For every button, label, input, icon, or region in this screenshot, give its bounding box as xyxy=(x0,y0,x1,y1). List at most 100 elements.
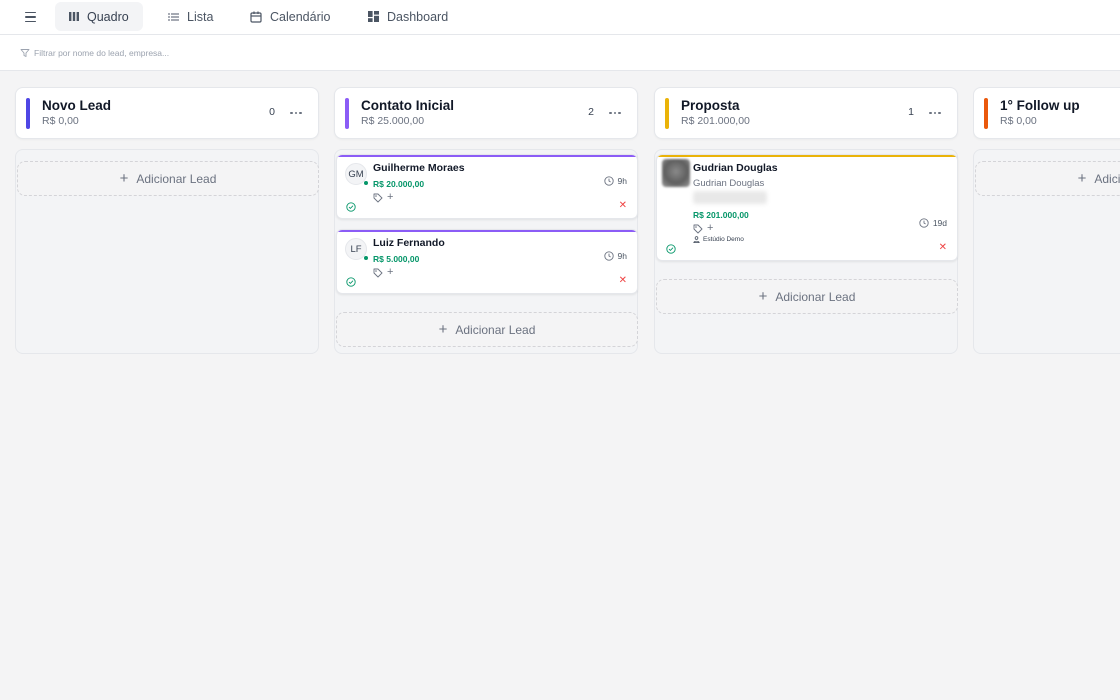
time-indicator: 19d xyxy=(919,218,947,228)
calendar-icon xyxy=(250,11,262,23)
status-dot-icon xyxy=(364,181,368,185)
lead-name: Luiz Fernando xyxy=(373,237,445,249)
add-tag-icon[interactable]: + xyxy=(707,223,713,234)
column-header: Novo Lead R$ 0,00 0 xyxy=(15,87,319,139)
card-color-strip xyxy=(337,230,637,232)
lead-card[interactable]: Gudrian Douglas Gudrian Douglas R$ 201.0… xyxy=(656,154,958,261)
more-options-icon[interactable] xyxy=(606,104,624,122)
add-lead-button[interactable]: + Adicionar Lead xyxy=(17,161,319,196)
filter-input[interactable] xyxy=(34,48,414,58)
column-body: Gudrian Douglas Gudrian Douglas R$ 201.0… xyxy=(654,149,958,354)
tab-label: Calendário xyxy=(270,9,331,24)
check-circle-icon[interactable] xyxy=(346,277,356,287)
column-title: Proposta xyxy=(681,98,740,113)
column-color-bar xyxy=(665,98,669,129)
column-body: GM Guilherme Moraes R$ 20.000,00 + 9h ✕ … xyxy=(334,149,638,354)
status-dot-icon xyxy=(364,256,368,260)
plus-icon: + xyxy=(438,321,448,338)
user-icon xyxy=(693,236,700,243)
lead-value: R$ 201.000,00 xyxy=(693,210,749,220)
kanban-icon xyxy=(69,12,79,21)
column-color-bar xyxy=(984,98,988,129)
add-lead-button[interactable]: + Adicionar Lead xyxy=(656,279,958,314)
lead-card[interactable]: GM Guilherme Moraes R$ 20.000,00 + 9h ✕ xyxy=(336,154,638,219)
lead-value: R$ 20.000,00 xyxy=(373,179,425,189)
close-icon[interactable]: ✕ xyxy=(939,243,947,253)
column-total: R$ 25.000,00 xyxy=(361,115,425,127)
lead-name: Gudrian Douglas xyxy=(693,162,778,174)
lead-name: Guilherme Moraes xyxy=(373,162,465,174)
filter-bar xyxy=(0,35,1120,71)
time-indicator: 9h xyxy=(603,176,627,186)
tag-icon xyxy=(693,224,703,233)
column-header: Proposta R$ 201.000,00 1 xyxy=(654,87,958,139)
clock-icon xyxy=(603,176,614,186)
tab-label: Quadro xyxy=(87,9,129,24)
add-lead-button[interactable]: + Adicionar Lead xyxy=(336,312,638,347)
card-color-strip xyxy=(337,155,637,157)
column-title: Contato Inicial xyxy=(361,98,455,113)
column-body: + Adicionar Lead xyxy=(973,149,1120,354)
plus-icon: + xyxy=(758,288,768,305)
column-title: Novo Lead xyxy=(42,98,112,113)
check-circle-icon[interactable] xyxy=(346,202,356,212)
clock-icon xyxy=(919,218,929,228)
filter-field[interactable] xyxy=(20,44,440,62)
dashboard-icon xyxy=(368,11,379,22)
lead-value: R$ 5.000,00 xyxy=(373,254,420,264)
top-navigation-bar: Quadro Lista Calendário Dashboard xyxy=(0,0,1120,35)
add-lead-label: Adicionar Lead xyxy=(1094,171,1120,186)
column-header: 1° Follow up R$ 0,00 xyxy=(973,87,1120,139)
column-color-bar xyxy=(26,98,30,129)
column-count: 2 xyxy=(588,106,594,118)
avatar xyxy=(662,159,690,187)
column-total: R$ 0,00 xyxy=(42,115,79,127)
tab-quadro[interactable]: Quadro xyxy=(55,2,143,31)
close-icon[interactable]: ✕ xyxy=(619,276,627,286)
add-lead-label: Adicionar Lead xyxy=(455,322,536,337)
column-title: 1° Follow up xyxy=(1000,98,1080,113)
tab-calendario[interactable]: Calendário xyxy=(236,2,344,31)
add-lead-label: Adicionar Lead xyxy=(775,289,856,304)
column-count: 0 xyxy=(269,106,275,118)
tab-dashboard[interactable]: Dashboard xyxy=(354,2,462,31)
hamburger-menu-icon[interactable] xyxy=(18,6,42,28)
add-lead-button[interactable]: + Adicionar Lead xyxy=(975,161,1120,196)
tags-area[interactable]: + xyxy=(693,223,713,234)
check-circle-icon[interactable] xyxy=(666,244,676,254)
plus-icon: + xyxy=(1077,170,1087,187)
tab-label: Lista xyxy=(187,9,214,24)
add-tag-icon[interactable]: + xyxy=(387,267,393,278)
add-tag-icon[interactable]: + xyxy=(387,192,393,203)
more-options-icon[interactable] xyxy=(926,104,944,122)
time-label: 9h xyxy=(617,251,627,261)
time-label: 19d xyxy=(932,218,947,228)
more-options-icon[interactable] xyxy=(287,104,305,122)
card-color-strip xyxy=(657,155,957,157)
tag-icon xyxy=(373,268,383,277)
lead-subtitle: Gudrian Douglas xyxy=(693,178,765,189)
close-icon[interactable]: ✕ xyxy=(619,201,627,211)
plus-icon: + xyxy=(119,170,129,187)
tab-label: Dashboard xyxy=(387,9,449,24)
column-total: R$ 201.000,00 xyxy=(681,115,750,127)
column-header: Contato Inicial R$ 25.000,00 2 xyxy=(334,87,638,139)
tab-lista[interactable]: Lista xyxy=(154,2,227,31)
company-name: Estúdio Demo xyxy=(703,236,744,243)
time-label: 9h xyxy=(617,176,627,186)
tags-area[interactable]: + xyxy=(373,267,393,278)
filter-icon xyxy=(20,49,30,57)
company-label: Estúdio Demo xyxy=(693,236,744,243)
lead-card[interactable]: LF Luiz Fernando R$ 5.000,00 + 9h ✕ xyxy=(336,229,638,294)
tags-area[interactable]: + xyxy=(373,192,393,203)
pipeline-column-follow-up: 1° Follow up R$ 0,00 + Adicionar Lead xyxy=(973,87,1120,357)
column-color-bar xyxy=(345,98,349,129)
column-body: + Adicionar Lead xyxy=(15,149,319,354)
clock-icon xyxy=(603,251,614,261)
add-lead-label: Adicionar Lead xyxy=(136,171,217,186)
list-icon xyxy=(168,12,179,21)
column-total: R$ 0,00 xyxy=(1000,115,1037,127)
time-indicator: 9h xyxy=(603,251,627,261)
column-count: 1 xyxy=(908,106,914,118)
tag-icon xyxy=(373,193,383,202)
